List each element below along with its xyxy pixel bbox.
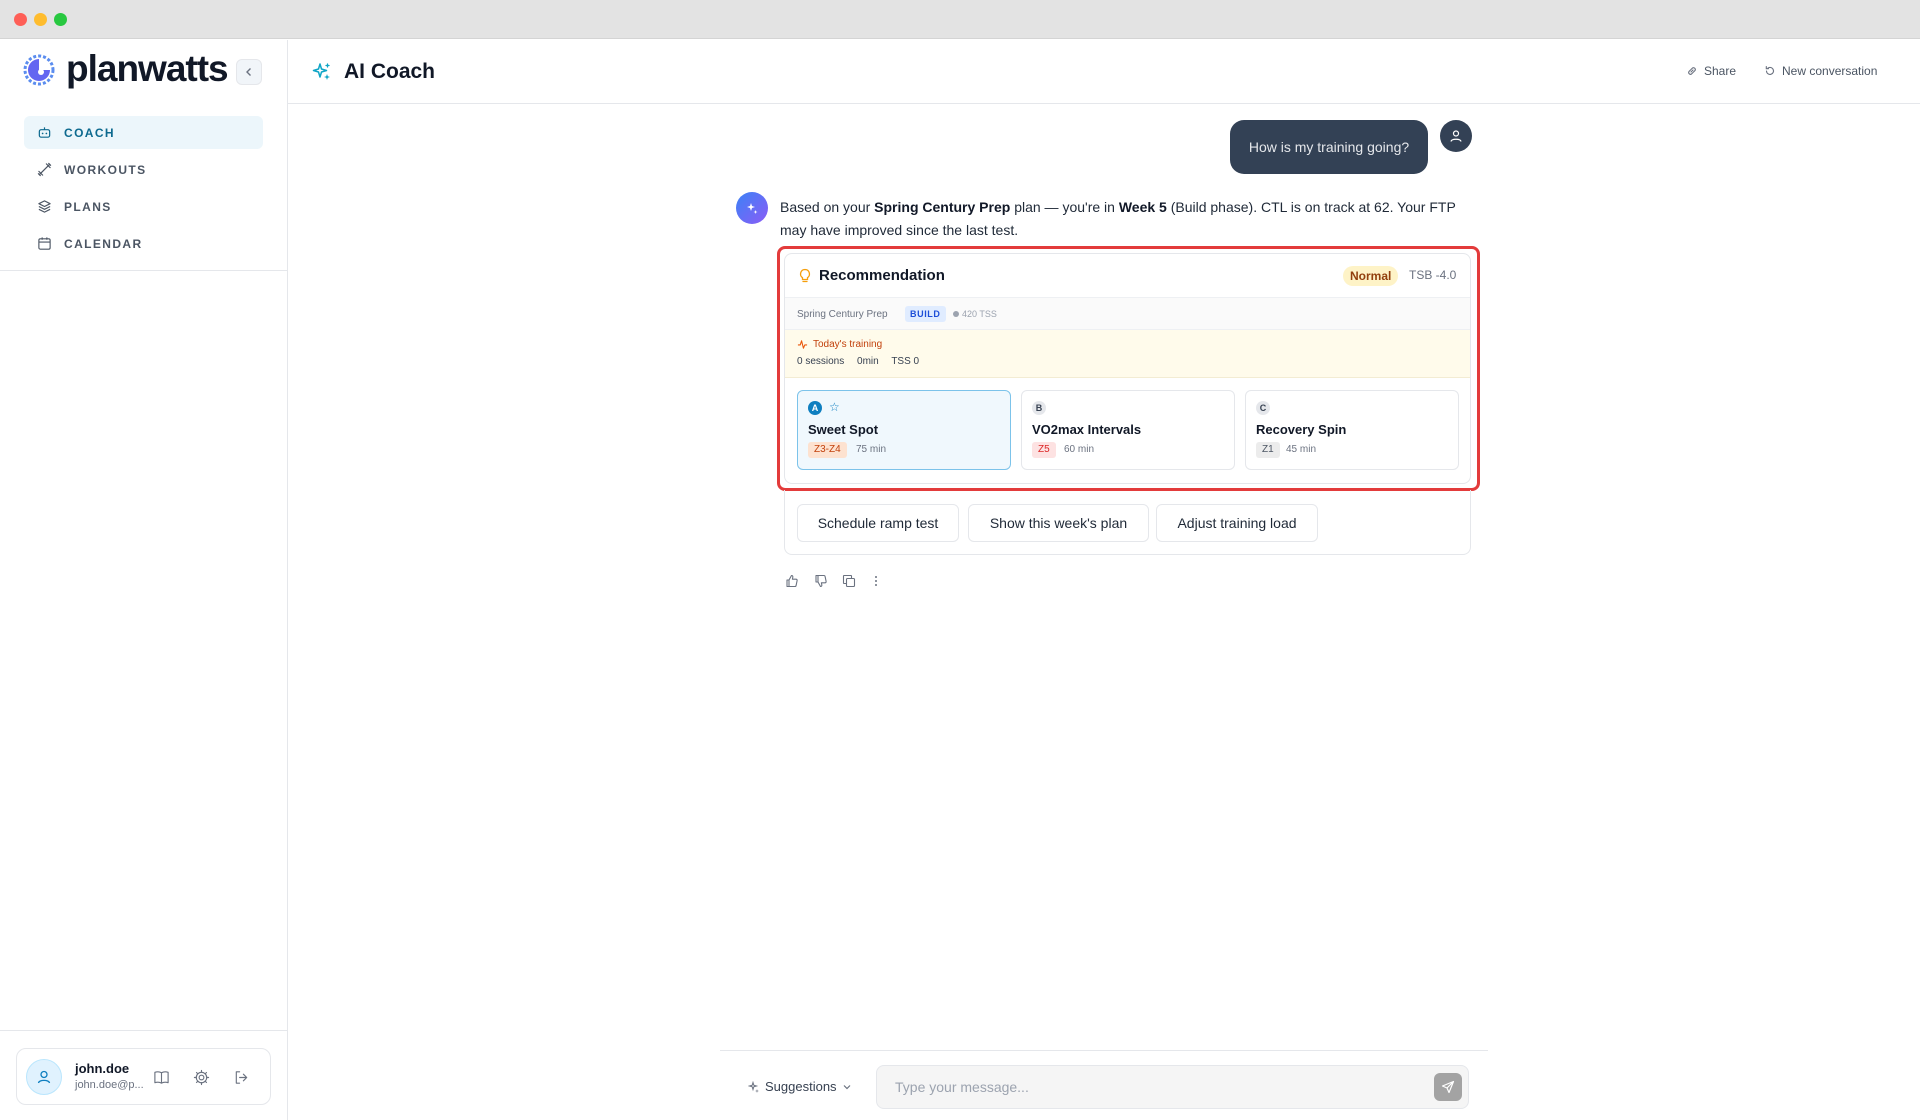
share-button[interactable]: Share (1686, 64, 1736, 78)
window-close-button[interactable] (14, 13, 27, 26)
window-minimize-button[interactable] (34, 13, 47, 26)
thumbs-up-button[interactable] (784, 573, 800, 589)
highlight-outline (777, 246, 1480, 491)
sparkles-icon (748, 1080, 759, 1093)
new-conversation-label: New conversation (1782, 64, 1878, 78)
message-input[interactable] (876, 1065, 1469, 1109)
send-button[interactable] (1434, 1073, 1462, 1101)
window-titlebar (0, 0, 1920, 39)
user-icon (37, 1070, 51, 1084)
brand-name: planwatts (66, 48, 229, 89)
dumbbell-icon (36, 162, 52, 178)
thumbs-down-icon (815, 574, 827, 588)
gear-icon (193, 1069, 209, 1085)
refresh-icon (1765, 65, 1774, 75)
suggestions-dropdown[interactable]: Suggestions (748, 1079, 852, 1094)
copy-icon (842, 574, 856, 588)
sidebar-divider (0, 270, 287, 271)
window-zoom-button[interactable] (54, 13, 67, 26)
settings-button[interactable] (191, 1067, 211, 1087)
logout-icon (235, 1070, 247, 1084)
sidebar-item-plans[interactable]: PLANS (24, 190, 263, 223)
suggestions-label: Suggestions (765, 1079, 837, 1094)
user-email: john.doe@p... (75, 1079, 144, 1091)
docs-button[interactable] (151, 1067, 171, 1087)
quick-actions: Schedule ramp test Show this week's plan… (784, 490, 1471, 555)
more-vertical-icon (875, 576, 877, 586)
page-header: AI Coach Share New conversation (288, 40, 1920, 104)
show-week-plan-button[interactable]: Show this week's plan (968, 504, 1149, 542)
user-message-avatar (1440, 120, 1472, 152)
more-options-button[interactable] (868, 573, 884, 589)
user-name: john.doe (75, 1061, 130, 1076)
thumbs-up-icon (786, 574, 798, 588)
sidebar-item-label: PLANS (64, 199, 112, 214)
logout-button[interactable] (231, 1067, 251, 1087)
page-title: AI Coach (344, 60, 436, 83)
sidebar: planwatts COACH WORKOUTS PLANS CALENDAR … (0, 40, 288, 1120)
sidebar-item-coach[interactable]: COACH (24, 116, 263, 149)
planwatts-logo-icon (23, 54, 55, 86)
user-message-bubble: How is my training going? (1230, 120, 1428, 174)
sidebar-item-label: CALENDAR (64, 236, 143, 251)
sidebar-item-workouts[interactable]: WORKOUTS (24, 153, 263, 186)
adjust-training-load-button[interactable]: Adjust training load (1156, 504, 1318, 542)
sidebar-item-label: COACH (64, 125, 115, 140)
schedule-ramp-test-button[interactable]: Schedule ramp test (797, 504, 959, 542)
user-card: john.doe john.doe@p... (16, 1048, 271, 1105)
logo-row: planwatts (0, 40, 287, 104)
coach-message-text: Based on your Spring Century Prep plan —… (780, 199, 1456, 238)
sparkles-icon (312, 63, 330, 80)
chevron-down-icon (843, 1084, 850, 1089)
chevron-left-icon (246, 68, 251, 76)
user-icon (1450, 130, 1462, 142)
sidebar-item-calendar[interactable]: CALENDAR (24, 227, 263, 260)
sidebar-nav: COACH WORKOUTS PLANS CALENDAR (24, 116, 263, 264)
avatar[interactable] (26, 1059, 62, 1095)
robot-icon (36, 125, 52, 141)
share-label: Share (1704, 64, 1737, 78)
calendar-icon (36, 236, 52, 252)
new-conversation-button[interactable]: New conversation (1764, 64, 1877, 78)
copy-button[interactable] (841, 573, 857, 589)
sidebar-item-label: WORKOUTS (64, 162, 147, 177)
coach-avatar (736, 192, 768, 224)
week-label: Week 5 (1118, 199, 1167, 215)
link-icon (1688, 67, 1696, 75)
sparkles-icon (747, 203, 758, 214)
book-icon (153, 1070, 169, 1084)
plan-name: Spring Century Prep (874, 199, 1011, 215)
thumbs-down-button[interactable] (813, 573, 829, 589)
message-composer: Suggestions (720, 1050, 1488, 1120)
layers-icon (36, 199, 52, 215)
send-icon (1441, 1080, 1455, 1094)
user-divider (0, 1030, 287, 1031)
collapse-sidebar-button[interactable] (236, 59, 262, 85)
